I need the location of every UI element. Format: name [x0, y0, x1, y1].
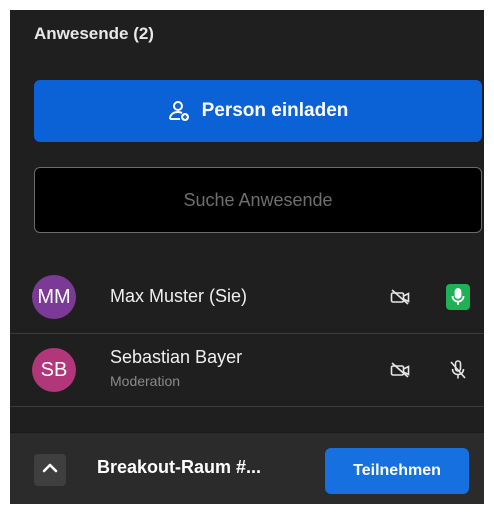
search-participants-input[interactable]	[35, 167, 481, 233]
expand-breakout-button[interactable]	[34, 454, 66, 486]
participants-panel: Anwesende (2) Person einladen MM Max Mus…	[10, 10, 484, 504]
participant-role: Moderation	[110, 373, 181, 389]
camera-off-icon[interactable]	[390, 361, 410, 379]
participant-name: Sebastian Bayer	[110, 347, 243, 367]
invite-person-button[interactable]: Person einladen	[34, 80, 482, 142]
mic-on-icon[interactable]	[446, 284, 470, 310]
breakout-room-name: Breakout-Raum #...	[97, 457, 262, 477]
panel-title: Anwesende (2)	[34, 24, 154, 43]
avatar: SB	[32, 348, 76, 392]
breakout-room-bar: Breakout-Raum #... Teilnehmen	[10, 432, 484, 504]
avatar: MM	[32, 275, 76, 319]
camera-off-icon[interactable]	[390, 288, 410, 306]
chevron-up-icon	[42, 461, 58, 479]
participant-row[interactable]: MM Max Muster (Sie)	[10, 261, 484, 334]
invite-person-label: Person einladen	[201, 100, 349, 121]
person-add-icon	[168, 100, 190, 122]
scrollbar-track[interactable]	[484, 10, 494, 504]
participant-row[interactable]: SB Sebastian Bayer Moderation	[10, 334, 484, 407]
mic-off-icon[interactable]	[448, 359, 468, 381]
join-breakout-button[interactable]: Teilnehmen	[325, 448, 469, 494]
participant-name: Max Muster (Sie)	[110, 286, 248, 306]
search-participants-field[interactable]	[34, 167, 482, 233]
